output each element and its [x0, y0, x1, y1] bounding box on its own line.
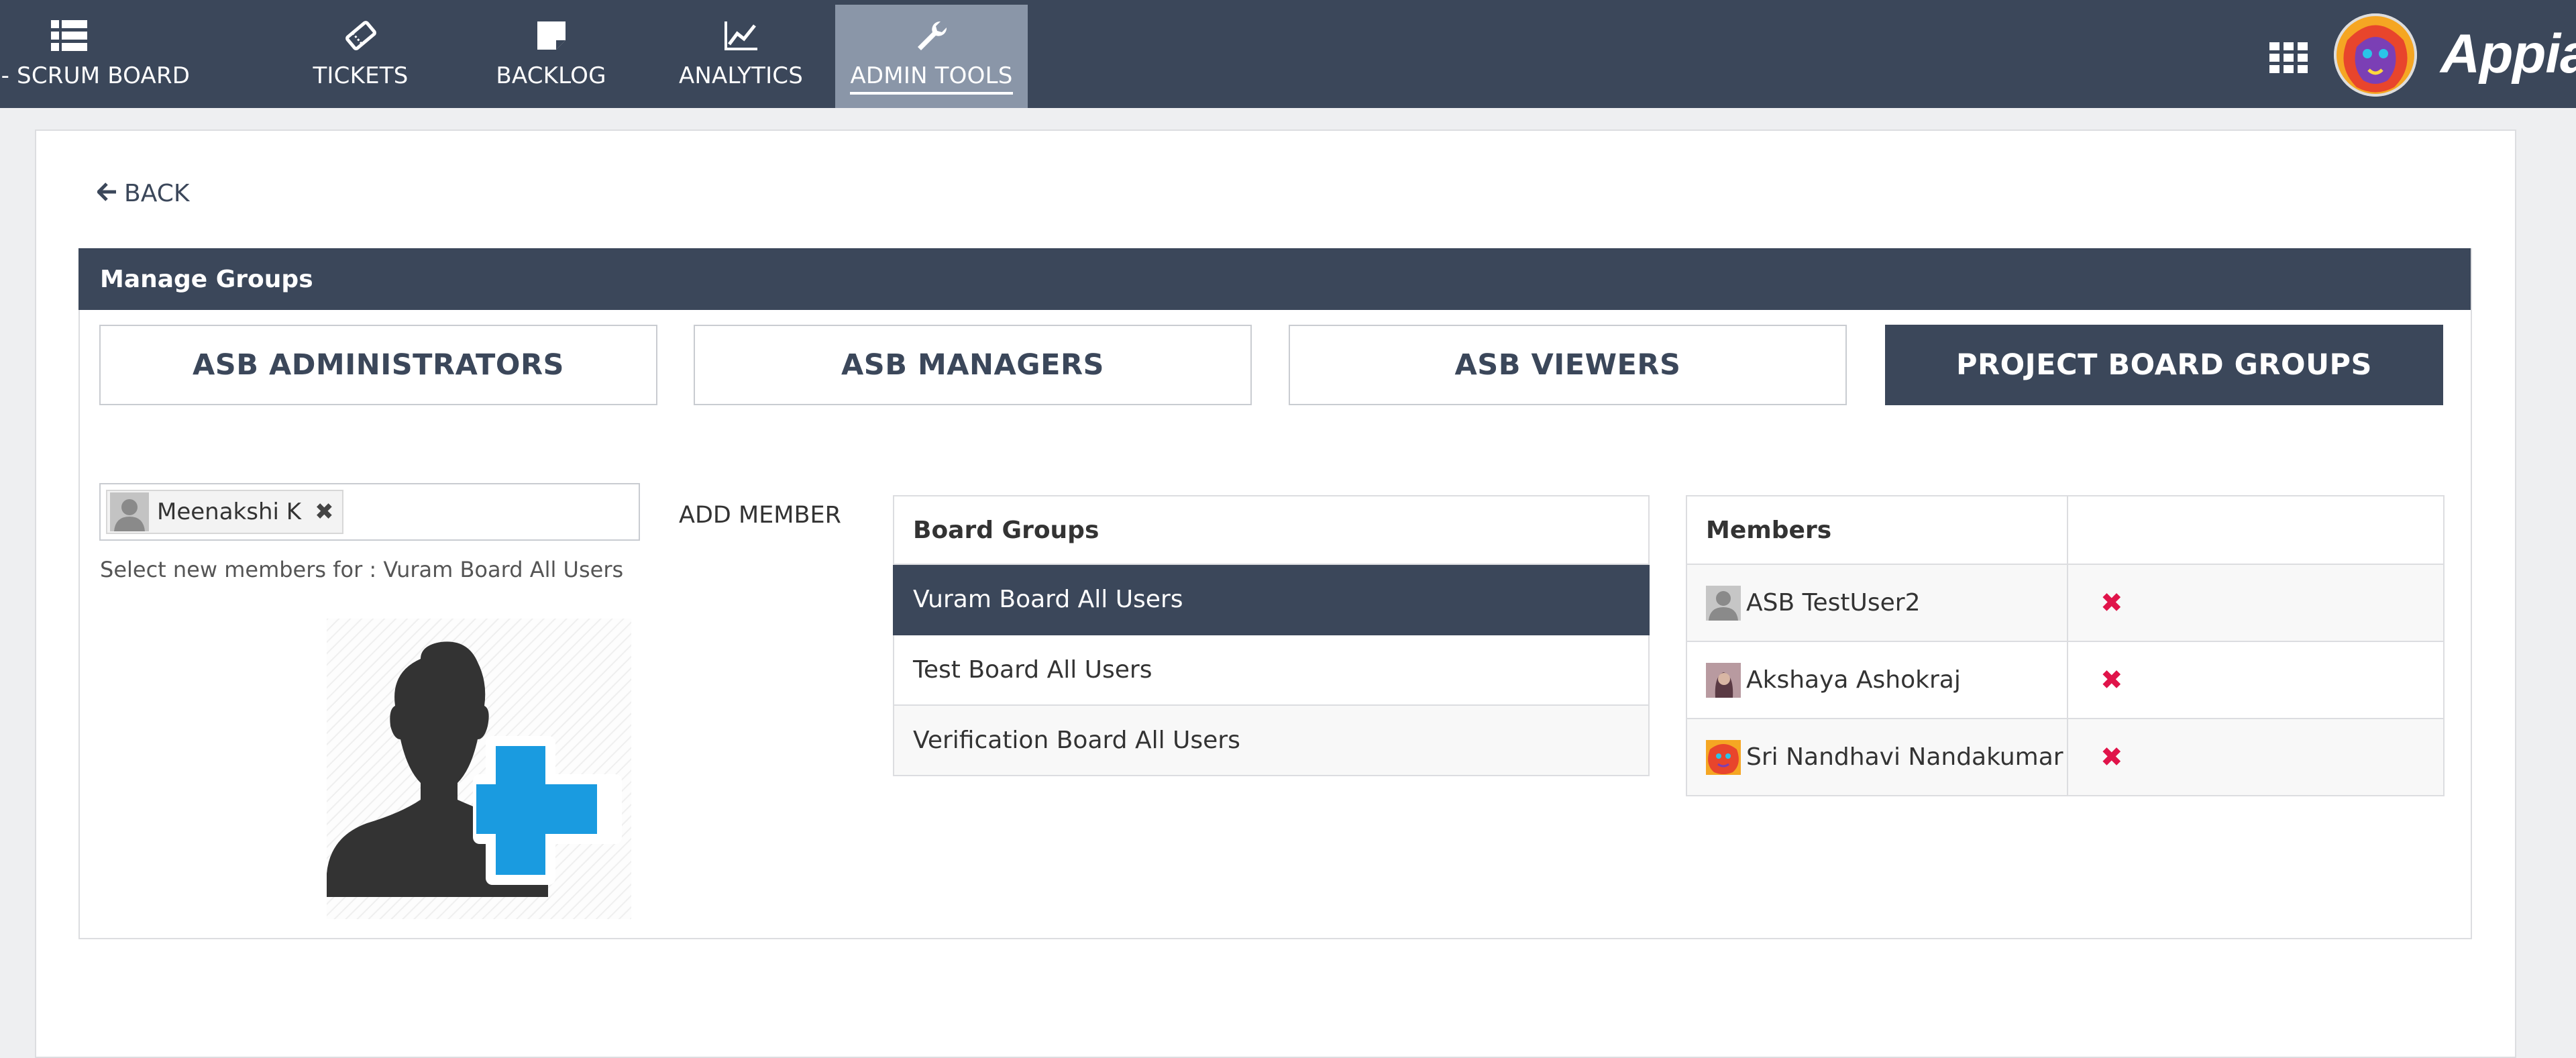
- nav-item-backlog[interactable]: BACKLOG: [482, 5, 621, 108]
- panel-title: Manage Groups: [78, 248, 2471, 310]
- chart-icon: [724, 18, 759, 53]
- nav-item-label: TICKETS: [313, 62, 409, 89]
- ticket-icon: [344, 18, 378, 53]
- back-label: BACK: [124, 180, 190, 207]
- selected-user-token: Meenakshi K ✖: [106, 490, 343, 534]
- member-remove-cell: ✖: [2067, 642, 2445, 719]
- member-remove-cell: ✖: [2067, 719, 2445, 796]
- tab-asb-administrators[interactable]: ASB ADMINISTRATORS: [99, 325, 657, 405]
- member-name: Sri Nandhavi Nandakumar: [1746, 743, 2063, 771]
- board-group-row[interactable]: Verification Board All Users: [893, 706, 1650, 776]
- token-label: Meenakshi K: [157, 498, 302, 525]
- nav-item-tickets[interactable]: TICKETS: [292, 5, 429, 108]
- user-photo-avatar: [1706, 662, 1741, 698]
- user-photo-avatar: [1706, 739, 1741, 775]
- board-group-row[interactable]: Vuram Board All Users: [893, 565, 1650, 635]
- member-name: Akshaya Ashokraj: [1746, 666, 1961, 694]
- member-remove-cell: ✖: [2067, 565, 2445, 642]
- member-row: Sri Nandhavi Nandakumar: [1686, 719, 2068, 796]
- board-group-row[interactable]: Test Board All Users: [893, 635, 1650, 706]
- remove-member-icon[interactable]: ✖: [2100, 588, 2123, 619]
- tab-project-board-groups[interactable]: PROJECT BOARD GROUPS: [1885, 325, 2443, 405]
- tab-asb-managers[interactable]: ASB MANAGERS: [694, 325, 1252, 405]
- board-groups-header: Board Groups: [893, 495, 1650, 565]
- nav-item-analytics[interactable]: ANALYTICS: [671, 5, 811, 108]
- nav-item-scrum-board[interactable]: ASB - SCRUM BOARD: [0, 5, 190, 108]
- wrench-icon: [915, 18, 949, 53]
- user-placeholder-icon: [1706, 585, 1741, 621]
- user-placeholder-icon: [110, 492, 149, 531]
- note-icon: [536, 18, 567, 53]
- tab-asb-viewers[interactable]: ASB VIEWERS: [1289, 325, 1847, 405]
- picker-helper-text: Select new members for : Vuram Board All…: [100, 557, 624, 582]
- members-header: Members: [1686, 495, 2068, 565]
- members-action-header: [2067, 495, 2445, 565]
- list-icon: [50, 18, 87, 53]
- brand-logo: Appian: [2440, 23, 2576, 85]
- arrow-left-icon: [96, 180, 117, 207]
- member-row: Akshaya Ashokraj: [1686, 642, 2068, 719]
- nav-item-label: ADMIN TOOLS: [850, 62, 1013, 95]
- nav-item-label: ASB - SCRUM BOARD: [0, 62, 191, 89]
- add-member-button[interactable]: ADD MEMBER: [679, 502, 841, 529]
- member-picker-input[interactable]: Meenakshi K ✖: [99, 483, 640, 541]
- remove-member-icon[interactable]: ✖: [2100, 742, 2123, 773]
- app-grid-icon[interactable]: [2269, 42, 2308, 76]
- member-name: ASB TestUser2: [1746, 589, 1921, 617]
- remove-token-icon[interactable]: ✖: [315, 498, 334, 525]
- add-user-icon: [327, 619, 631, 919]
- nav-item-admin-tools[interactable]: ADMIN TOOLS: [835, 5, 1028, 108]
- nav-item-label: ANALYTICS: [678, 62, 804, 89]
- remove-member-icon[interactable]: ✖: [2100, 665, 2123, 696]
- back-link[interactable]: BACK: [96, 180, 190, 207]
- member-row: ASB TestUser2: [1686, 565, 2068, 642]
- nav-item-label: BACKLOG: [496, 62, 606, 89]
- user-avatar[interactable]: [2334, 13, 2417, 97]
